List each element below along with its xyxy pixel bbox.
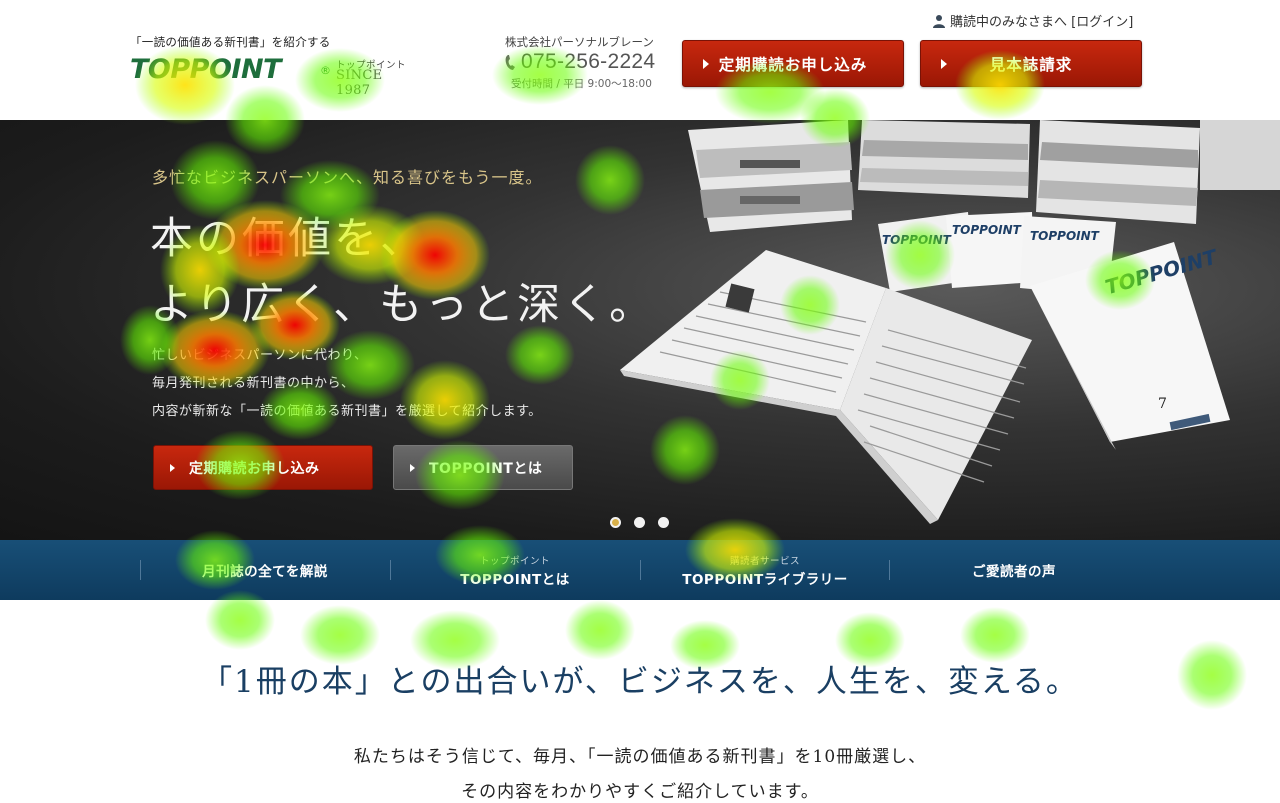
- hero-slider: TOPPOINT TOPPOINT TOPPOINT TOPPOINT 7 多忙…: [0, 120, 1280, 540]
- login-link-text: 購読中のみなさまへ [ログイン]: [950, 15, 1134, 30]
- logo-registered-mark: ®: [320, 64, 331, 77]
- phone-contact[interactable]: 075-256-2224: [505, 50, 655, 74]
- nav-item-about[interactable]: トップポイント TOPPOINTとは: [390, 540, 640, 600]
- intro-text-line-1: 私たちはそう信じて、毎月、「一読の価値ある新刊書」を10冊厳選し、: [353, 747, 927, 767]
- logo-since: SINCE 1987: [336, 68, 383, 98]
- hero-subscribe-button[interactable]: 定期購読お申し込み: [153, 445, 373, 490]
- intro-text: 私たちはそう信じて、毎月、「一読の価値ある新刊書」を10冊厳選し、 その内容をわ…: [0, 740, 1280, 803]
- nav-item-monthly-magazine[interactable]: 月刊誌の全てを解説: [140, 540, 390, 600]
- slider-dot-3[interactable]: [658, 517, 669, 528]
- hero-description-line-2: 毎月発刊される新刊書の中から、: [152, 376, 355, 391]
- open-magazine: [620, 250, 1032, 524]
- intro-text-line-2: その内容をわかりやすくご紹介しています。: [461, 782, 819, 802]
- logo-wordmark: TOPPOINT: [130, 54, 281, 85]
- nav-item-label: TOPPOINTとは: [460, 571, 570, 588]
- magazine-title-1: TOPPOINT: [882, 233, 952, 247]
- sample-request-button[interactable]: 見本誌請求: [920, 40, 1142, 87]
- hero-headline-line-1: 本の価値を、: [150, 214, 426, 264]
- login-link[interactable]: 購読中のみなさまへ [ログイン]: [932, 11, 1133, 30]
- phone-icon: [505, 54, 515, 70]
- hero-about-button[interactable]: TOPPOINTとは: [393, 445, 573, 490]
- play-arrow-icon: [410, 463, 415, 472]
- sample-request-button-label: 見本誌請求: [989, 55, 1073, 74]
- main-navigation: 月刊誌の全てを解説 トップポイント TOPPOINTとは 購読者サービス TOP…: [0, 540, 1280, 600]
- site-logo[interactable]: TOPPOINT ® トップポイント SINCE 1987: [130, 54, 420, 98]
- nav-item-reader-voices[interactable]: ご愛読者の声: [889, 540, 1139, 600]
- company-name: 株式会社パーソナルブレーン: [505, 35, 654, 49]
- nav-item-label: ご愛読者の声: [972, 564, 1056, 580]
- book-stack-middle: [858, 120, 1030, 198]
- subscribe-button-label: 定期購読お申し込み: [718, 55, 868, 74]
- hero-headline-line-2: より広く、もっと深く。: [150, 280, 656, 330]
- book-stack-left: [688, 120, 854, 232]
- person-icon: [933, 14, 945, 28]
- nav-item-label: TOPPOINTライブラリー: [682, 571, 848, 588]
- hero-description-line-1: 忙しいビジネスパーソンに代わり、: [152, 348, 368, 363]
- hero-description-line-3: 内容が斬新な「一読の価値ある新刊書」を厳選して紹介します。: [152, 404, 542, 419]
- phone-number: 075-256-2224: [521, 50, 656, 73]
- slider-dot-2[interactable]: [634, 517, 645, 528]
- business-hours: 受付時間 / 平日 9:00～18:00: [511, 78, 652, 90]
- hero-about-button-label: TOPPOINTとは: [429, 460, 543, 477]
- hero-magazine-illustration: TOPPOINT TOPPOINT TOPPOINT TOPPOINT 7: [620, 120, 1280, 524]
- hero-description: 忙しいビジネスパーソンに代わり、 毎月発刊される新刊書の中から、 内容が斬新な「…: [152, 342, 542, 426]
- magazine-title-3: TOPPOINT: [1030, 229, 1100, 243]
- magazine-issue-number: 7: [1158, 396, 1167, 412]
- intro-heading: 「1冊の本」との出合いが、ビジネスを、人生を、変える。: [201, 664, 1079, 700]
- hero-catchphrase: 多忙なビジネスパーソンへ、知る喜びをもう一度。: [152, 168, 543, 187]
- nav-item-sublabel: トップポイント: [479, 555, 550, 567]
- site-header: 「一読の価値ある新刊書」を紹介する TOPPOINT ® トップポイント SIN…: [0, 0, 1280, 120]
- slider-dot-1[interactable]: [610, 517, 621, 528]
- slider-pagination: [610, 517, 669, 528]
- nav-item-sublabel: 購読者サービス: [729, 555, 800, 567]
- site-tagline: 「一読の価値ある新刊書」を紹介する: [130, 35, 331, 49]
- hero-headline: 本の価値を、 より広く、もっと深く。: [150, 206, 655, 338]
- nav-item-label: 月刊誌の全てを解説: [202, 564, 328, 580]
- hero-subscribe-button-label: 定期購読お申し込み: [189, 460, 320, 477]
- subscribe-button[interactable]: 定期購読お申し込み: [682, 40, 904, 87]
- play-arrow-icon: [170, 463, 175, 472]
- magazine-title-2: TOPPOINT: [952, 223, 1022, 237]
- play-arrow-icon: [703, 59, 709, 69]
- book-stack-right: [1036, 120, 1280, 224]
- nav-item-library[interactable]: 購読者サービス TOPPOINTライブラリー: [640, 540, 890, 600]
- play-arrow-icon: [941, 59, 947, 69]
